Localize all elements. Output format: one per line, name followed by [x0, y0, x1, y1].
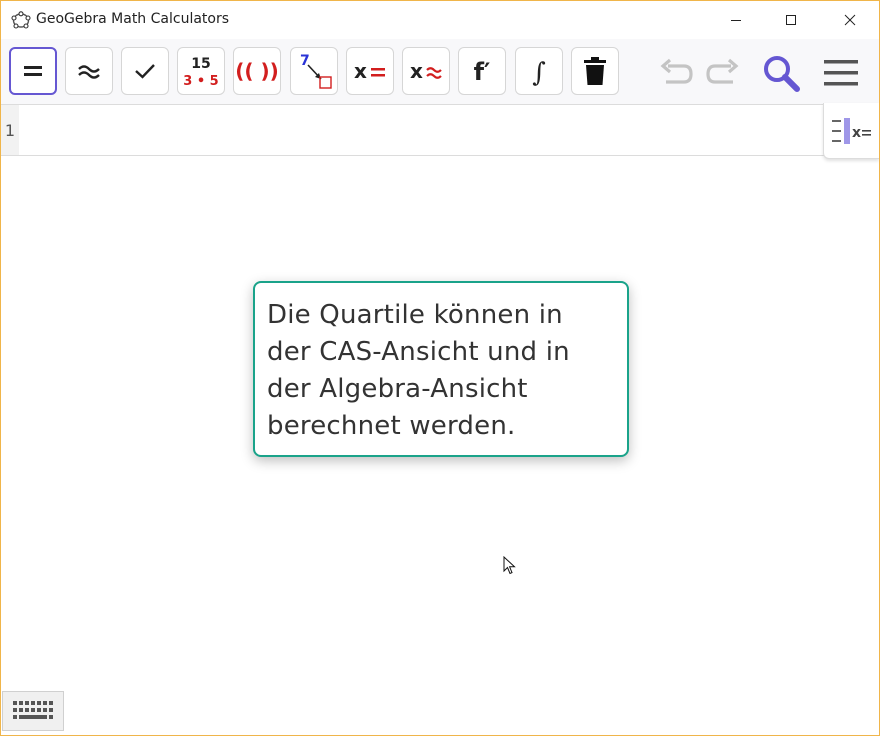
svg-text:7: 7 [300, 53, 310, 69]
minimize-button[interactable] [707, 1, 765, 39]
solve-icon: x [354, 59, 385, 83]
virtual-keyboard-button[interactable] [2, 691, 64, 731]
substitute-icon: 7 [300, 53, 332, 89]
search-button[interactable] [759, 51, 803, 95]
equals-icon [24, 66, 42, 76]
substitute-button[interactable]: 7 [290, 47, 338, 95]
redo-icon [706, 58, 739, 84]
undo-button[interactable] [656, 53, 696, 93]
solve-numeric-icon: x [410, 59, 442, 83]
factor-button[interactable]: 15 3 • 5 [177, 47, 225, 95]
redo-button[interactable] [703, 53, 743, 93]
svg-text:15: 15 [191, 56, 210, 72]
trash-icon [584, 57, 606, 85]
close-button[interactable] [821, 1, 879, 39]
cas-row: 1 [1, 105, 879, 156]
derivative-button[interactable]: f′ [458, 47, 506, 95]
svg-text:∫: ∫ [532, 58, 546, 88]
delete-button[interactable] [571, 47, 619, 95]
approx-icon [78, 65, 100, 79]
app-window: GeoGebra Math Calculators 15 3 • 5 (())… [0, 0, 880, 736]
svg-text:x: x [852, 125, 861, 141]
cas-toolbar: 15 3 • 5 (( )) 7 x x f′ ∫ [1, 39, 879, 105]
main-menu-button[interactable] [819, 53, 863, 93]
hamburger-menu-icon [824, 60, 858, 86]
search-icon [764, 56, 800, 92]
info-tooltip: Die Quartile können in der CAS-Ansicht u… [253, 281, 629, 457]
algebra-view-icon: x [831, 117, 871, 144]
numeric-button[interactable] [65, 47, 113, 95]
checkmark-icon [135, 64, 155, 79]
title-bar: GeoGebra Math Calculators [1, 1, 879, 39]
expand-icon: (( )) [235, 59, 279, 83]
expand-button[interactable]: (( )) [233, 47, 281, 95]
cas-input-field[interactable] [19, 105, 819, 155]
svg-text:f′: f′ [474, 58, 491, 86]
geogebra-logo-icon [11, 11, 31, 29]
factor-icon: 15 3 • 5 [183, 56, 218, 89]
evaluate-button[interactable] [9, 47, 57, 95]
undo-icon [660, 58, 693, 84]
svg-text:x: x [354, 59, 367, 83]
mouse-cursor-icon [503, 556, 516, 575]
derivative-icon: f′ [474, 58, 491, 86]
row-number: 1 [1, 105, 19, 155]
svg-text:(( )): (( )) [235, 59, 279, 83]
maximize-button[interactable] [762, 1, 820, 39]
integral-icon: ∫ [532, 58, 546, 88]
algebra-view-toggle-button[interactable]: x [823, 103, 879, 159]
tooltip-text: Die Quartile können in der CAS-Ansicht u… [267, 300, 570, 441]
solve-button[interactable]: x [346, 47, 394, 95]
svg-text:x: x [410, 59, 423, 83]
close-icon [844, 14, 856, 26]
keyboard-icon [13, 701, 53, 719]
integral-button[interactable]: ∫ [515, 47, 563, 95]
solve-numerically-button[interactable]: x [402, 47, 450, 95]
svg-text:3 • 5: 3 • 5 [183, 74, 218, 89]
window-title: GeoGebra Math Calculators [36, 11, 230, 27]
keep-input-button[interactable] [121, 47, 169, 95]
minimize-icon [731, 20, 741, 21]
maximize-icon [786, 15, 796, 25]
